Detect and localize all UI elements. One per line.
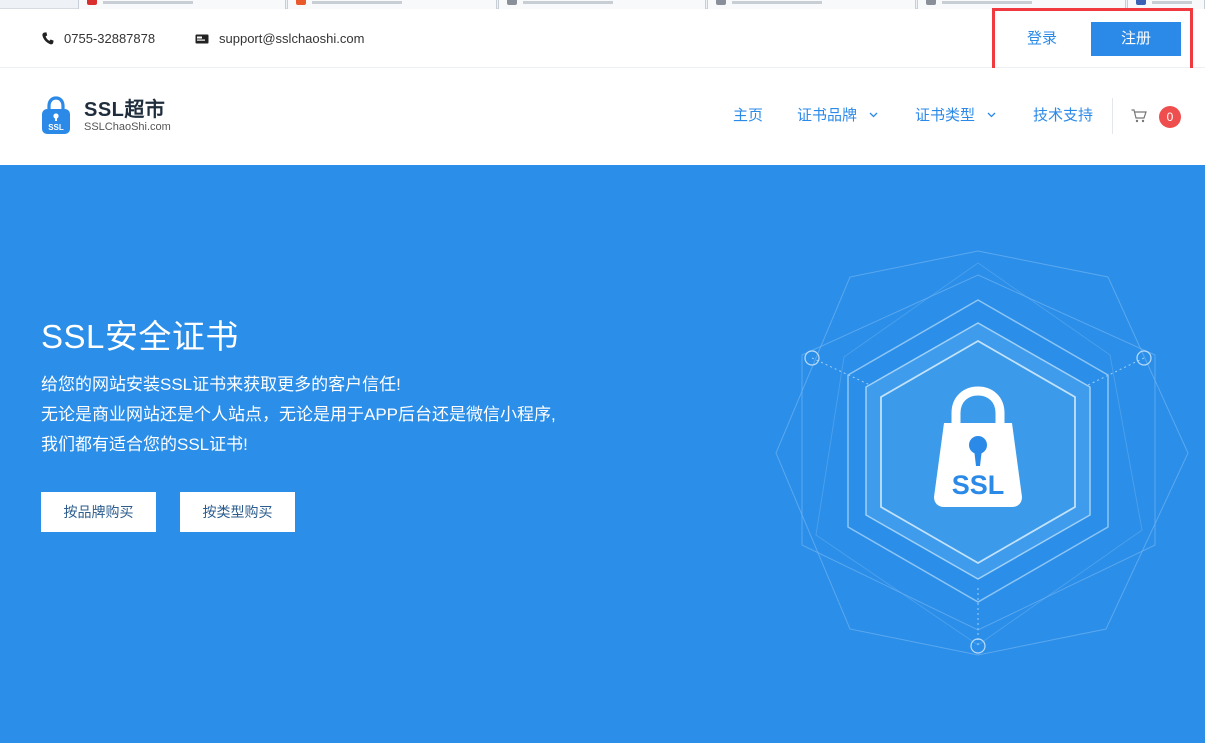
hero-line: 无论是商业网站还是个人站点，无论是用于APP后台还是微信小程序, [41,405,556,424]
nav-tech-support[interactable]: 技术支持 [1033,104,1093,125]
bookmark-favicon [87,0,97,5]
logo-title: SSL超市 [84,99,166,121]
buy-by-type-button[interactable]: 按类型购买 [180,492,295,532]
hero-title: SSL安全证书 [41,318,239,355]
email-icon [195,34,209,43]
nav-cert-type-label: 证书类型 [915,107,976,124]
login-link[interactable]: 登录 [1010,22,1074,56]
cart-count-badge: 0 [1159,106,1181,128]
nav-cert-type[interactable]: 证书类型 [915,104,996,125]
bookmark-tab[interactable] [707,0,916,9]
ssl-lock-illustration: SSL [775,250,1189,656]
dotted-line [811,357,871,386]
phone-icon [42,32,54,45]
lock-ssl-text: SSL [952,470,1005,500]
bookmark-tab[interactable] [78,0,286,9]
bookmark-tab[interactable] [287,0,497,9]
logo-subtitle: SSLChaoShi.com [84,121,171,133]
nav-home[interactable]: 主页 [733,104,763,125]
nav-tech-support-label: 技术支持 [1033,107,1094,124]
nav-divider [1112,98,1113,134]
chevron-down-icon [869,112,878,117]
nav-home-label: 主页 [733,107,764,124]
bookmark-favicon [716,0,726,5]
bookmark-favicon [507,0,517,5]
buy-by-brand-button[interactable]: 按品牌购买 [41,492,156,532]
hero-description: 给您的网站安装SSL证书来获取更多的客户信任! 无论是商业网站还是个人站点，无论… [41,370,556,460]
contact-phone: 0755-32887878 [42,31,155,46]
hero-banner: SSL安全证书 给您的网站安装SSL证书来获取更多的客户信任! 无论是商业网站还… [0,165,1205,743]
bookmark-favicon [296,0,306,5]
lock-logo-icon: SSL [42,96,70,134]
cart-icon[interactable] [1131,109,1147,123]
top-contact-bar: 0755-32887878 support@sslchaoshi.com 登录 … [0,8,1205,80]
phone-number: 0755-32887878 [64,31,156,46]
node-circle [970,638,986,654]
contact-email[interactable]: support@sslchaoshi.com [195,31,364,46]
site-logo[interactable]: SSL SSL超市 SSLChaoShi.com [40,96,171,136]
chevron-down-icon [987,112,996,117]
register-button[interactable]: 注册 [1091,22,1181,56]
bookmark-favicon [1136,0,1146,5]
dotted-line [1087,357,1145,386]
hero-line: 给您的网站安装SSL证书来获取更多的客户信任! [41,375,401,394]
nav-cert-brand[interactable]: 证书品牌 [797,104,878,125]
bookmark-tab[interactable] [498,0,706,9]
bookmark-favicon [926,0,936,5]
main-navbar: SSL SSL超市 SSLChaoShi.com 主页 证书品牌 证书类型 技术… [0,68,1205,165]
logo-badge-text: SSL [48,123,64,132]
nav-cert-brand-label: 证书品牌 [797,107,858,124]
email-address: support@sslchaoshi.com [219,31,365,46]
hero-line: 我们都有适合您的SSL证书! [41,435,248,454]
